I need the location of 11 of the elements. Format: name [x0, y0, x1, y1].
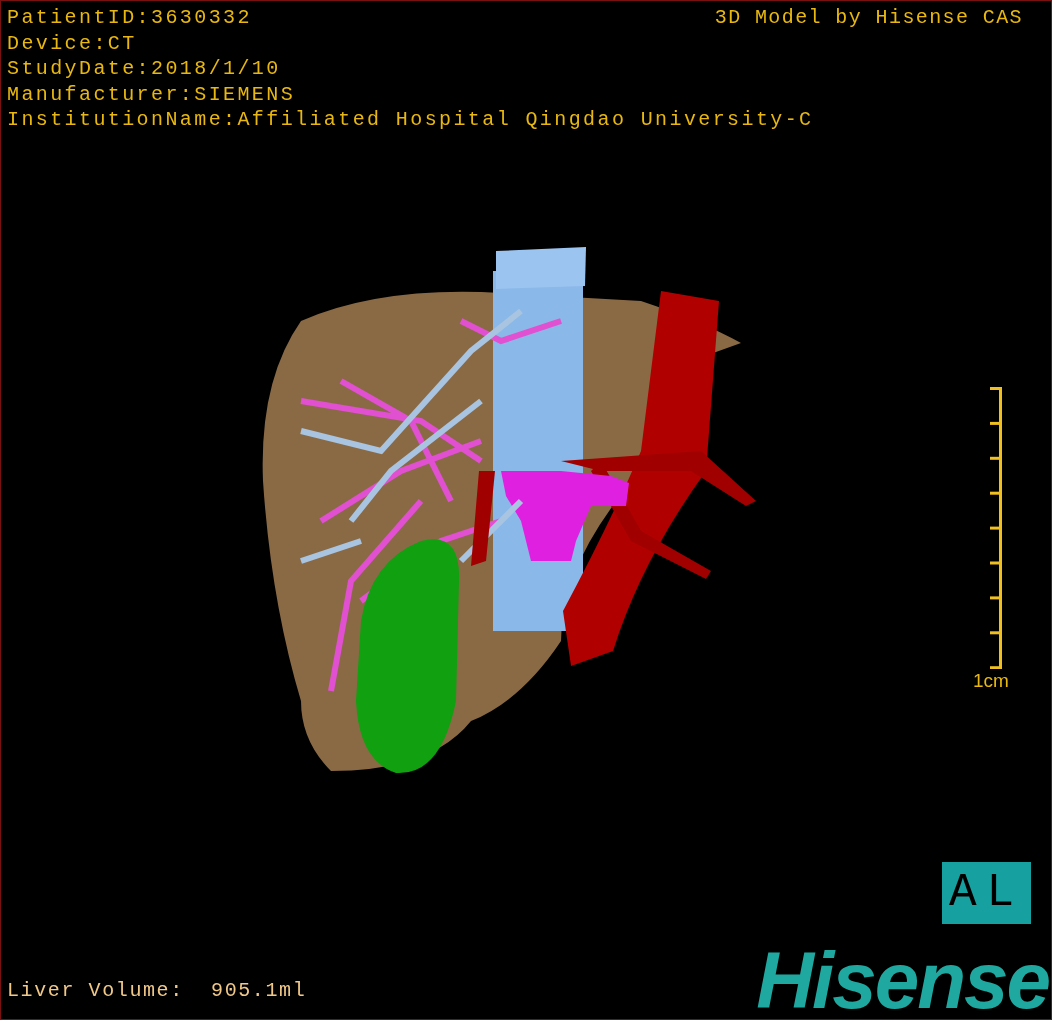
- scale-bar-icon: [990, 387, 1002, 669]
- liver-volume-text: Liver Volume: 905.1ml: [7, 979, 307, 1002]
- patient-info-text: Manufacturer:SIEMENS: [7, 81, 296, 107]
- brand-logo: Hisense: [756, 941, 1049, 1019]
- patient-info-text: Device:CT: [7, 30, 137, 56]
- patient-info-text: StudyDate:2018/1/10: [7, 56, 281, 82]
- scale-label: 1cm: [973, 670, 1009, 692]
- orientation-badge: AL: [942, 862, 1031, 924]
- model-title: 3D Model by Hisense CAS: [714, 5, 1023, 31]
- patient-info-text: InstitutionName:Affiliated Hospital Qingdao University-C: [7, 107, 814, 133]
- patient-info-text: PatientID:3630332: [7, 5, 252, 31]
